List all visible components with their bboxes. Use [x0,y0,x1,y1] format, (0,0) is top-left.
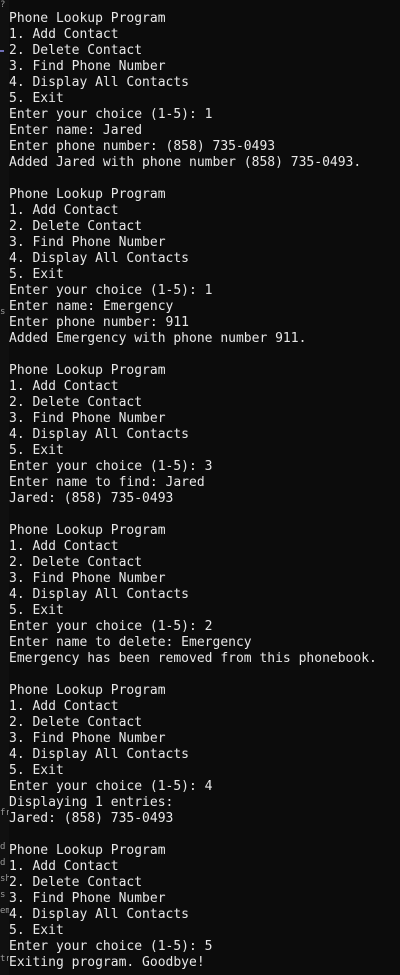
terminal-line: Phone Lookup Program [9,11,166,26]
gutter-mark: fr [0,808,9,818]
terminal-line: 3. Find Phone Number [9,891,166,906]
editor-gutter: ? s fr d d sh s em tr [0,0,9,975]
terminal-lines: Phone Lookup Program 1. Add Contact 2. Del… [9,11,400,971]
terminal-line: 4. Display All Contacts [9,587,190,602]
terminal-line: Emergency has been removed from this pho… [9,651,377,666]
terminal-line: 3. Find Phone Number [9,571,166,586]
terminal-line: 2. Delete Contact [9,395,143,410]
terminal-line: 1. Add Contact [9,859,119,874]
gutter-mark: tr [0,954,9,964]
terminal-line: Jared: (858) 735-0493 [9,811,174,826]
terminal-line: Enter your choice (1-5): 1 [9,283,213,298]
terminal-line: 5. Exit [9,91,64,106]
terminal-line: 3. Find Phone Number [9,411,166,426]
terminal-line: Enter your choice (1-5): 1 [9,107,213,122]
terminal-line: Jared: (858) 735-0493 [9,491,174,506]
terminal-line: Enter phone number: (858) 735-0493 [9,139,276,154]
terminal-line: Enter your choice (1-5): 5 [9,939,213,954]
terminal-line: Phone Lookup Program [9,843,166,858]
terminal-line: Exiting program. Goodbye! [9,955,205,970]
gutter-mark: s [0,890,6,900]
terminal-line: 5. Exit [9,763,64,778]
terminal-line: Enter name to delete: Emergency [9,635,252,650]
terminal-line: Added Jared with phone number (858) 735-… [9,155,362,170]
terminal-line: 4. Display All Contacts [9,427,190,442]
terminal-line: Added Emergency with phone number 911. [9,331,307,346]
terminal-line: Phone Lookup Program [9,683,166,698]
gutter-mark: d [0,858,6,868]
terminal-line: 5. Exit [9,603,64,618]
terminal-line: 5. Exit [9,443,64,458]
terminal-line: 2. Delete Contact [9,875,143,890]
gutter-mark: sh [0,874,9,884]
terminal-line: 1. Add Contact [9,539,119,554]
terminal-line: Enter your choice (1-5): 3 [9,459,213,474]
terminal-line: 1. Add Contact [9,203,119,218]
terminal-line: Enter your choice (1-5): 2 [9,619,213,634]
terminal-line: 1. Add Contact [9,27,119,42]
lightbulb-icon: s [0,307,6,317]
gutter-change-bar [0,50,4,52]
terminal-line: 2. Delete Contact [9,715,143,730]
terminal-line: Phone Lookup Program [9,363,166,378]
terminal-line: 2. Delete Contact [9,555,143,570]
terminal-line: 1. Add Contact [9,379,119,394]
gutter-mark: em [0,906,9,916]
terminal-line: 5. Exit [9,267,64,282]
terminal-line: 1. Add Contact [9,699,119,714]
terminal-output[interactable]: ? s fr d d sh s em tr Phone Lookup Progr… [0,0,400,975]
terminal-line: Enter your choice (1-5): 4 [9,779,213,794]
terminal-line: 2. Delete Contact [9,43,143,58]
terminal-line: 4. Display All Contacts [9,747,190,762]
terminal-line: Enter name: Jared [9,123,143,138]
terminal-line: 4. Display All Contacts [9,907,190,922]
gutter-mark: d [0,842,6,852]
terminal-line: 4. Display All Contacts [9,251,190,266]
terminal-line: Enter phone number: 911 [9,315,190,330]
gutter-mark: ? [0,0,6,10]
terminal-line: 3. Find Phone Number [9,731,166,746]
terminal-line: Phone Lookup Program [9,523,166,538]
terminal-line: 3. Find Phone Number [9,59,166,74]
terminal-line: 3. Find Phone Number [9,235,166,250]
terminal-line: Enter name: Emergency [9,299,174,314]
terminal-line: 5. Exit [9,923,64,938]
terminal-line: Enter name to find: Jared [9,475,205,490]
terminal-line: Displaying 1 entries: [9,795,174,810]
terminal-line: 4. Display All Contacts [9,75,190,90]
terminal-line: Phone Lookup Program [9,187,166,202]
terminal-line: 2. Delete Contact [9,219,143,234]
